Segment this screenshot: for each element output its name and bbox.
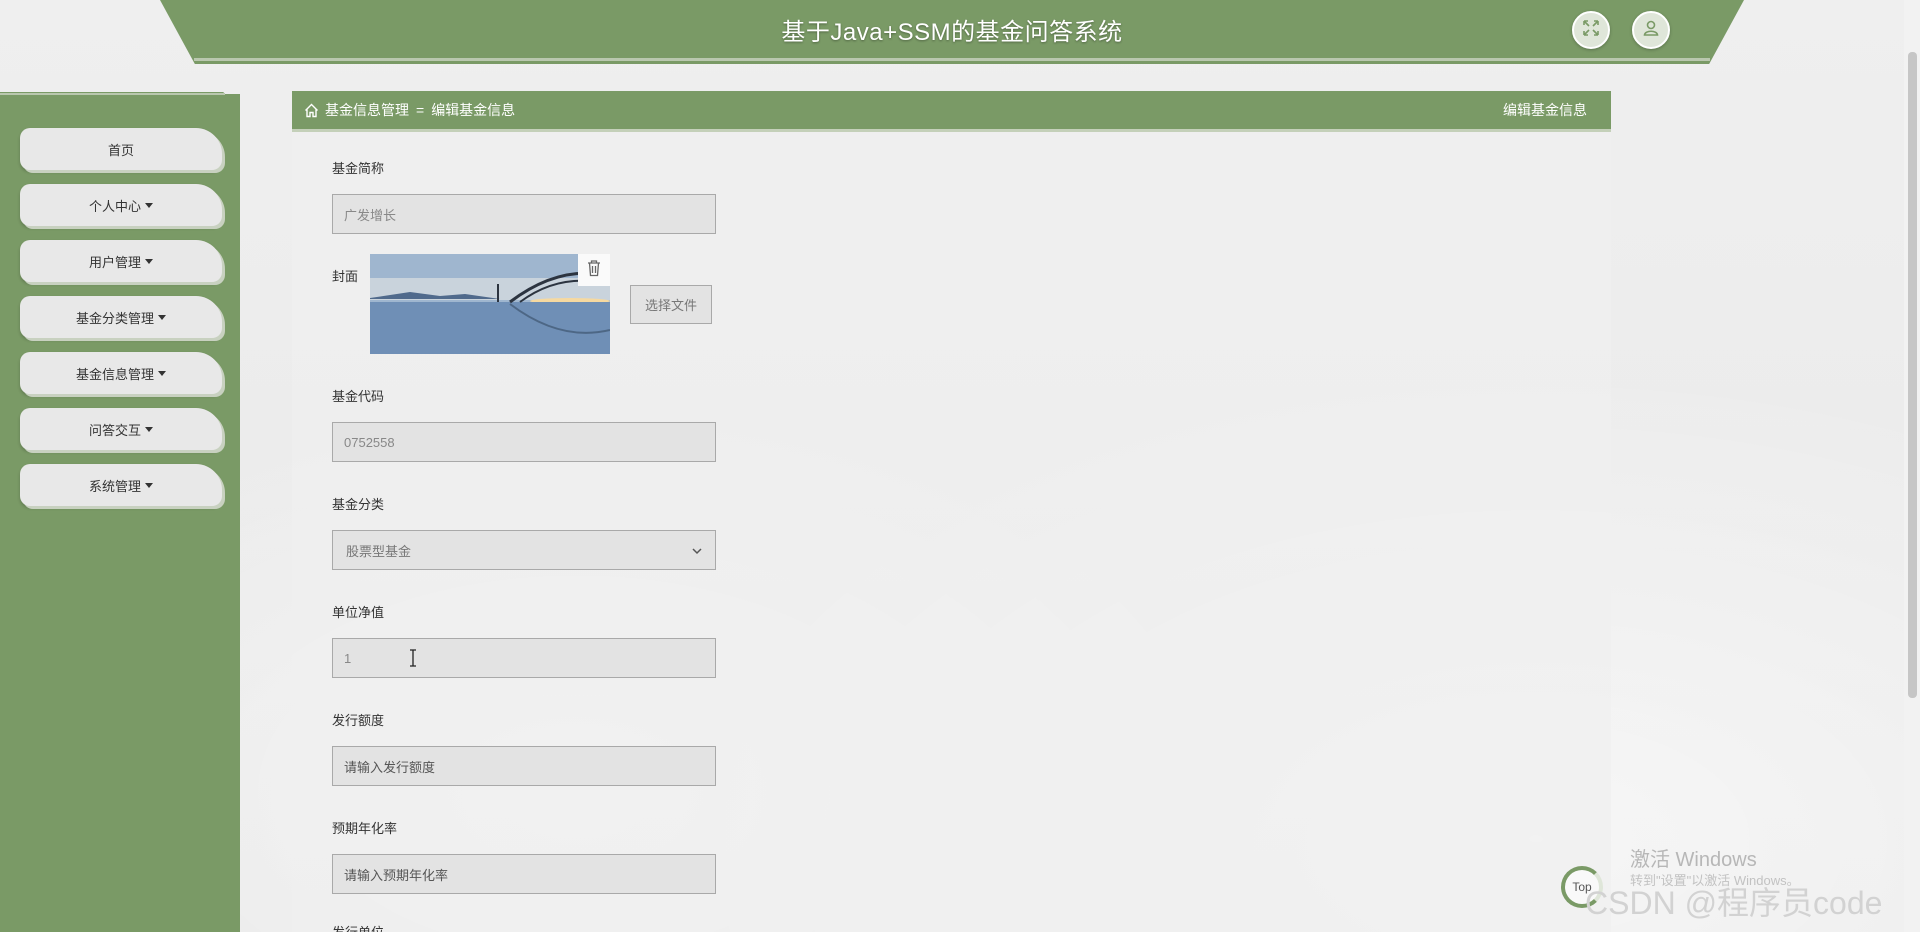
issue-amount-input[interactable]: 请输入发行额度 (332, 746, 716, 786)
sidebar-item-label: 个人中心 (88, 198, 141, 214)
breadcrumb: 基金信息管理 = 编辑基金信息 编辑基金信息 (292, 91, 1611, 129)
nav-value: 1 (344, 650, 352, 666)
fund-short-name-value: 广发增长 (344, 207, 397, 223)
app-title: 基于Java+SSM的基金问答系统 (781, 18, 1123, 46)
fund-short-name-label: 基金简称 (332, 161, 385, 176)
home-icon[interactable] (304, 103, 319, 118)
chevron-down-icon (692, 543, 702, 558)
sidebar-item-qa-interaction[interactable]: 问答交互 (20, 408, 222, 450)
sidebar-item-label: 基金信息管理 (75, 366, 154, 382)
panel-title: 编辑基金信息 (1503, 102, 1587, 118)
fund-category-selected: 股票型基金 (346, 543, 412, 559)
scrollbar-thumb[interactable] (1908, 52, 1917, 698)
delete-cover-button[interactable] (578, 254, 610, 286)
nav-input[interactable]: 1 (332, 638, 716, 678)
sidebar-item-label: 首页 (107, 142, 134, 158)
issue-amount-placeholder: 请输入发行额度 (344, 759, 436, 775)
csdn-watermark: CSDN @程序员code (1585, 885, 1883, 921)
sidebar-item-label: 问答交互 (88, 422, 141, 438)
sidebar-item-fund-info-management[interactable]: 基金信息管理 (20, 352, 222, 394)
sidebar-item-label: 基金分类管理 (75, 310, 154, 326)
fund-short-name-input[interactable]: 广发增长 (332, 194, 716, 234)
trash-icon (586, 259, 602, 282)
sidebar-item-fund-category-management[interactable]: 基金分类管理 (20, 296, 222, 338)
chevron-down-icon (158, 314, 166, 320)
fund-code-label: 基金代码 (332, 389, 385, 404)
chevron-down-icon (145, 426, 153, 432)
breadcrumb-separator: = (416, 102, 425, 118)
fund-code-input[interactable]: 0752558 (332, 422, 716, 462)
sidebar-item-user-management[interactable]: 用户管理 (20, 240, 222, 282)
sidebar-item-label: 系统管理 (88, 478, 141, 494)
breadcrumb-parent[interactable]: 基金信息管理 (325, 100, 409, 120)
user-icon (1642, 19, 1660, 42)
breadcrumb-current: 编辑基金信息 (431, 102, 516, 118)
fund-category-label: 基金分类 (332, 497, 385, 512)
fund-category-select[interactable]: 股票型基金 (332, 530, 716, 570)
sidebar-item-label: 用户管理 (88, 254, 141, 270)
sidebar-item-system-management[interactable]: 系统管理 (20, 464, 222, 506)
sidebar-item-home[interactable]: 首页 (20, 128, 222, 170)
user-menu-button[interactable] (1632, 11, 1670, 49)
expected-annual-rate-placeholder: 请输入预期年化率 (344, 867, 449, 883)
cover-label: 封面 (332, 269, 359, 284)
chevron-down-icon (145, 202, 153, 208)
sidebar-top-line (0, 93, 225, 95)
expand-icon (1582, 19, 1600, 42)
chevron-down-icon (145, 258, 153, 264)
nav-label: 单位净值 (332, 605, 385, 620)
text-cursor-icon (409, 649, 417, 667)
expected-annual-rate-input[interactable]: 请输入预期年化率 (332, 854, 716, 894)
issuer-label: 发行单位 (332, 922, 384, 932)
expected-annual-rate-label: 预期年化率 (332, 821, 398, 836)
sidebar-item-personal-center[interactable]: 个人中心 (20, 184, 222, 226)
choose-file-button[interactable]: 选择文件 (630, 285, 712, 324)
chevron-down-icon (145, 482, 153, 488)
issue-amount-label: 发行额度 (332, 713, 385, 728)
cover-image (370, 254, 610, 354)
fullscreen-button[interactable] (1572, 11, 1610, 49)
header-underline (194, 58, 1710, 61)
fund-code-value: 0752558 (344, 434, 395, 450)
activate-windows-title: 激活 Windows (1630, 849, 1757, 871)
chevron-down-icon (158, 370, 166, 376)
